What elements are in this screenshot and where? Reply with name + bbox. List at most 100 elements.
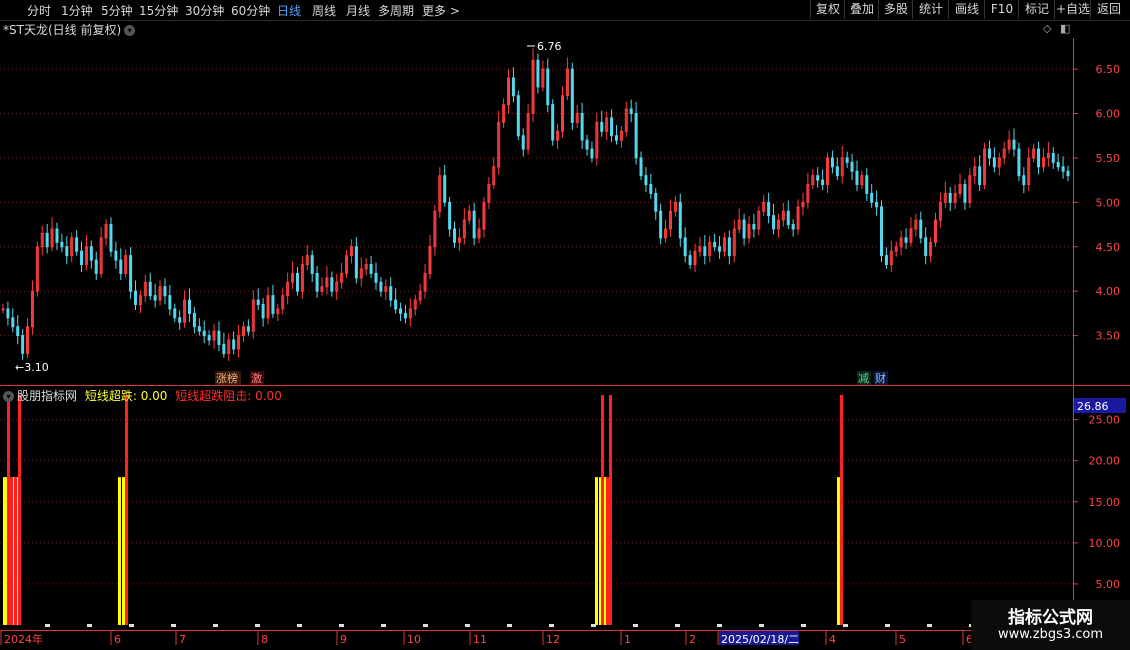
indicator-bar-1 [840,395,843,625]
candle-body [850,161,854,172]
candle [310,250,314,283]
candle [644,167,648,193]
candle-body [55,228,59,243]
candle [1056,153,1060,172]
candle [713,233,717,252]
candle-body [678,201,682,239]
candle [217,321,221,352]
candle [909,217,913,247]
candle-body [1,308,5,311]
candle [261,298,265,327]
candle [457,228,461,252]
candle-body [472,210,476,239]
candle [870,183,874,208]
indicator-bar-1 [18,395,21,625]
watermark-title: 指标公式网 [1008,608,1093,628]
candle-body [1017,148,1021,177]
candle [30,280,34,335]
baseline-dot [171,624,176,627]
chart-canvas[interactable]: 3.50 4.00 4.50 5.00 5.50 6.00 6.50 6.76 ←3.10 涨榜激… [0,0,1130,650]
candle [16,314,20,345]
baseline-dot [927,624,932,627]
baseline-dot [213,624,218,627]
candle-body [295,272,299,292]
candle [1022,167,1026,194]
candle-body [354,246,358,279]
candle-body [924,237,928,257]
candle [399,302,403,322]
candle-body [374,272,378,283]
candle [654,188,658,220]
candle-body [816,175,820,181]
candle [556,123,560,149]
candle [109,217,113,257]
candle [168,284,172,316]
candle [359,257,363,287]
candle [875,190,879,216]
candle-body [654,192,658,212]
candle-body [752,224,756,230]
watermark-url: www.zbgs3.com [997,627,1104,642]
baseline-dot [381,624,386,627]
candle [767,192,771,224]
candle [178,310,182,330]
candle [987,140,991,166]
candle [389,277,393,307]
candle-body [590,148,594,159]
candle [281,288,285,315]
candle [1051,147,1055,169]
candle [742,213,746,246]
candle [511,67,515,103]
candle-body [403,312,407,319]
candle [541,60,545,92]
baseline-dot [843,624,848,627]
candle-body [261,303,265,319]
date-axis-label: 4 [829,633,836,646]
baseline-dot [423,624,428,627]
baseline-dot [255,624,260,627]
candle-body [845,157,849,163]
candle [119,248,123,280]
event-tag-0: 涨榜 [216,371,238,385]
candle [173,303,177,323]
candle-body [703,246,707,257]
candle [134,280,138,311]
candle-body [614,135,618,141]
candle [75,230,79,256]
indicator-title: ▾ 股朋指标网 短线超跌: 0.00 短线超跌阻击: 0.00 [3,387,282,404]
candle [722,232,726,257]
current-value-label: 26.86 [1077,400,1109,413]
candle [241,321,245,343]
candle [340,262,344,289]
price-axis-label: 5.50 [1096,152,1121,165]
low-price-marker: ←3.10 [15,361,49,374]
candle-body [688,255,692,266]
candle-body [217,330,221,345]
date-axis-label: 2024年 [4,632,43,646]
candle [487,177,491,209]
candle [345,250,349,278]
candle-body [649,184,653,194]
candle-body [580,113,584,141]
candle [266,287,270,325]
candle [84,235,88,271]
candle-body [246,326,250,332]
candle-body [453,228,457,243]
candle [384,279,388,300]
candle [433,204,437,256]
candle [1037,141,1041,175]
candle [291,261,295,289]
chevron-down-icon[interactable]: ▾ [3,391,14,402]
candle [1012,128,1016,157]
candle [914,213,918,237]
candle [978,155,982,192]
baseline-dot [591,624,596,627]
candle-body [65,246,69,257]
candle [45,223,49,254]
baseline-dot [87,624,92,627]
baseline-dot [297,624,302,627]
candle-body [919,219,923,239]
baseline-dot [549,624,554,627]
candle [104,219,108,246]
candle [251,290,255,339]
